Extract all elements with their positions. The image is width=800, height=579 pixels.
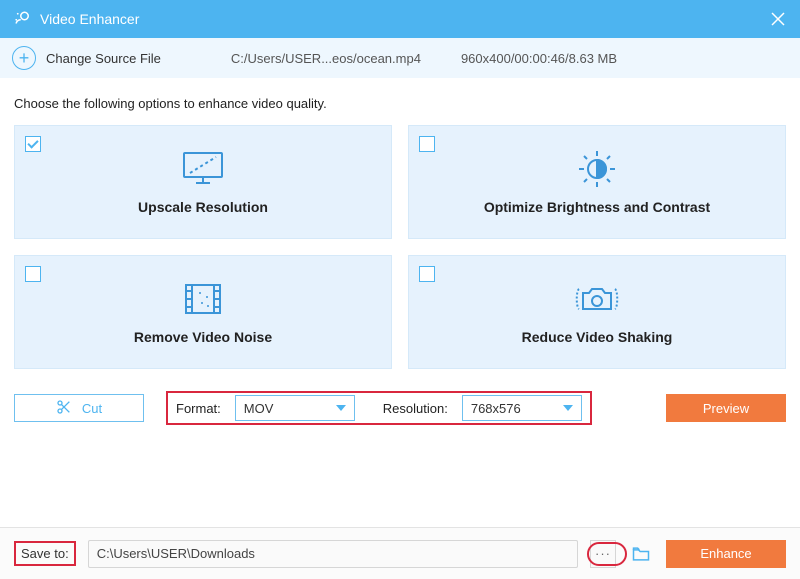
enhancement-options: Upscale Resolution Optimize Brightness a… (0, 125, 800, 369)
enhance-button[interactable]: Enhance (666, 540, 786, 568)
checkbox-icon[interactable] (25, 266, 41, 282)
option-brightness-contrast[interactable]: Optimize Brightness and Contrast (408, 125, 786, 239)
source-bar: + Change Source File C:/Users/USER...eos… (0, 38, 800, 78)
scissors-icon (56, 399, 72, 418)
checkbox-icon[interactable] (419, 266, 435, 282)
cut-button[interactable]: Cut (14, 394, 144, 422)
format-label: Format: (176, 401, 221, 416)
option-label: Upscale Resolution (138, 199, 268, 215)
option-label: Remove Video Noise (134, 329, 272, 345)
camera-shake-icon (569, 279, 625, 319)
preview-label: Preview (703, 401, 749, 416)
chevron-down-icon (563, 405, 573, 411)
source-path: C:/Users/USER...eos/ocean.mp4 (231, 51, 421, 66)
option-label: Optimize Brightness and Contrast (484, 199, 710, 215)
close-icon[interactable] (770, 11, 786, 27)
option-upscale-resolution[interactable]: Upscale Resolution (14, 125, 392, 239)
checkbox-icon[interactable] (25, 136, 41, 152)
ellipsis-icon: ··· (595, 546, 611, 561)
app-title: Video Enhancer (40, 11, 770, 27)
change-source-button[interactable]: Change Source File (46, 51, 161, 66)
bottom-bar: Save to: C:\Users\USER\Downloads ··· Enh… (0, 527, 800, 579)
option-remove-noise[interactable]: Remove Video Noise (14, 255, 392, 369)
controls-row: Cut Format: MOV Resolution: 768x576 Prev… (0, 369, 800, 425)
format-value: MOV (244, 401, 274, 416)
format-resolution-group: Format: MOV Resolution: 768x576 (166, 391, 592, 425)
resolution-select[interactable]: 768x576 (462, 395, 582, 421)
film-icon (178, 279, 228, 319)
instruction-text: Choose the following options to enhance … (0, 78, 800, 125)
add-source-icon[interactable]: + (12, 46, 36, 70)
save-path-value: C:\Users\USER\Downloads (97, 546, 255, 561)
preview-button[interactable]: Preview (666, 394, 786, 422)
chevron-down-icon (336, 405, 346, 411)
save-to-label: Save to: (14, 541, 76, 566)
format-select[interactable]: MOV (235, 395, 355, 421)
brightness-icon (572, 149, 622, 189)
folder-icon (631, 544, 651, 564)
resolution-label: Resolution: (383, 401, 448, 416)
titlebar: Video Enhancer (0, 0, 800, 38)
browse-button[interactable]: ··· (590, 540, 616, 568)
resolution-value: 768x576 (471, 401, 521, 416)
source-meta: 960x400/00:00:46/8.63 MB (461, 51, 617, 66)
checkbox-icon[interactable] (419, 136, 435, 152)
option-reduce-shaking[interactable]: Reduce Video Shaking (408, 255, 786, 369)
save-path-field[interactable]: C:\Users\USER\Downloads (88, 540, 578, 568)
option-label: Reduce Video Shaking (522, 329, 673, 345)
cut-label: Cut (82, 401, 102, 416)
app-icon (14, 10, 32, 28)
monitor-icon (178, 149, 228, 189)
enhance-label: Enhance (700, 546, 751, 561)
open-folder-button[interactable] (628, 540, 654, 568)
